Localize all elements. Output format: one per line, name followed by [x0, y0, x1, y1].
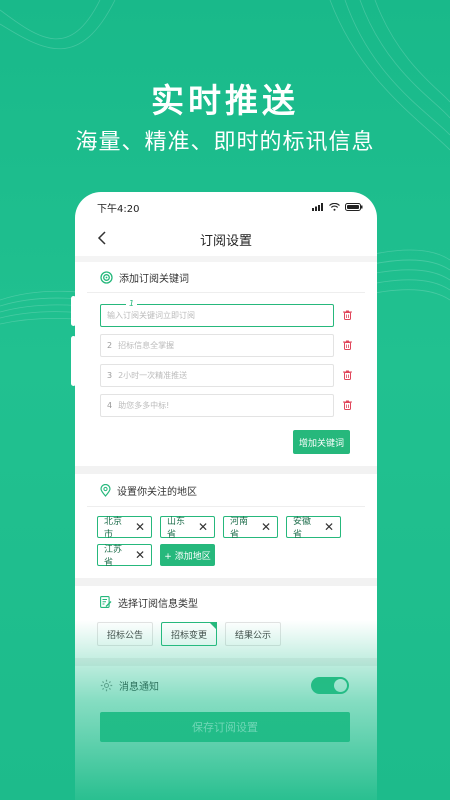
regions-header: 设置你关注的地区	[75, 474, 377, 506]
keywords-header: 添加订阅关键词	[75, 262, 377, 292]
keyword-placeholder: 招标信息全掌握	[118, 340, 175, 350]
close-icon[interactable]: ✕	[324, 521, 334, 533]
notify-row: 消息通知	[75, 666, 377, 704]
toggle-knob	[334, 678, 347, 692]
region-chip[interactable]: 北京市 ✕	[97, 516, 152, 540]
region-chip[interactable]: 江苏省 ✕	[97, 544, 152, 568]
keywords-header-label: 添加订阅关键词	[119, 273, 189, 285]
close-icon[interactable]: ✕	[261, 521, 271, 533]
save-subscription-button[interactable]: 保存订阅设置	[100, 712, 350, 742]
edit-document-icon	[100, 596, 112, 608]
wifi-icon	[329, 203, 340, 211]
delete-icon[interactable]	[343, 370, 352, 380]
delete-icon[interactable]	[343, 400, 352, 410]
keyword-row: 2 招标信息全掌握	[100, 330, 377, 360]
region-chip[interactable]: 河南省 ✕	[223, 516, 278, 540]
notify-label: 消息通知	[119, 681, 159, 693]
delete-icon[interactable]	[343, 310, 352, 320]
status-time: 下午4:20	[97, 203, 140, 215]
region-chip-label: 北京市	[104, 517, 123, 540]
regions-section: 设置你关注的地区 北京市 ✕ 山东省 ✕ 河南省 ✕ 安徽省 ✕ 江苏省 ✕ + 添加地区	[75, 474, 377, 578]
keyword-num: 4	[107, 400, 113, 410]
region-chip-label: 河南省	[230, 517, 249, 540]
keyword-input-2[interactable]: 2 招标信息全掌握	[100, 333, 334, 357]
types-section: 选择订阅信息类型 招标公告 招标变更 结果公示	[75, 586, 377, 658]
status-bar: 下午4:20	[75, 192, 377, 222]
keyword-active-index: 1	[126, 299, 138, 308]
type-option[interactable]: 结果公示	[225, 622, 282, 646]
region-chip-label: 江苏省	[104, 545, 123, 568]
target-icon	[100, 270, 113, 284]
regions-header-label: 设置你关注的地区	[117, 486, 197, 498]
location-pin-icon	[100, 483, 111, 497]
notify-label-group: 消息通知	[100, 678, 159, 693]
type-options: 招标公告 招标变更 结果公示	[75, 618, 377, 646]
region-chip-label: 安徽省	[293, 517, 312, 540]
keyword-num: 3	[107, 370, 113, 380]
keyword-row: 3 2小时一次精准推送	[100, 360, 377, 390]
add-region-button[interactable]: + 添加地区	[160, 544, 215, 566]
close-icon[interactable]: ✕	[135, 521, 145, 533]
back-button[interactable]	[97, 229, 107, 250]
promo-subtitle: 海量、精准、即时的标讯信息	[75, 130, 375, 155]
battery-icon	[345, 203, 363, 211]
gear-icon	[100, 679, 113, 691]
region-chip[interactable]: 安徽省 ✕	[286, 516, 341, 540]
types-header-label: 选择订阅信息类型	[118, 598, 198, 610]
types-header: 选择订阅信息类型	[75, 586, 377, 618]
keyword-placeholder: 输入订阅关键词立即订阅	[107, 310, 195, 320]
type-option-selected[interactable]: 招标变更	[161, 622, 218, 646]
delete-icon[interactable]	[343, 340, 352, 350]
nav-bar: 订阅设置	[75, 222, 377, 256]
keyword-row: 1 输入订阅关键词立即订阅	[100, 299, 377, 330]
divider	[75, 466, 377, 474]
keyword-row: 4 助您多多中标!	[100, 390, 377, 420]
notify-toggle[interactable]	[311, 676, 349, 694]
region-chips: 北京市 ✕ 山东省 ✕ 河南省 ✕ 安徽省 ✕ 江苏省 ✕ + 添加地区	[75, 507, 377, 578]
divider	[75, 658, 377, 666]
keyword-placeholder: 2小时一次精准推送	[118, 370, 188, 380]
divider	[75, 578, 377, 586]
keyword-num: 2	[107, 340, 113, 350]
region-chip[interactable]: 山东省 ✕	[160, 516, 215, 540]
signal-icon	[312, 203, 323, 211]
promo-title: 实时推送	[151, 81, 299, 120]
page-title: 订阅设置	[199, 233, 252, 249]
chevron-left-icon	[97, 231, 106, 245]
keyword-placeholder: 助您多多中标!	[118, 400, 170, 410]
region-chip-label: 山东省	[167, 517, 186, 540]
keyword-input-3[interactable]: 3 2小时一次精准推送	[100, 363, 334, 387]
close-icon[interactable]: ✕	[135, 549, 145, 561]
keyword-input-4[interactable]: 4 助您多多中标!	[100, 393, 334, 417]
add-keyword-button[interactable]: 增加关键词	[293, 430, 350, 454]
close-icon[interactable]: ✕	[198, 521, 208, 533]
keywords-section: 添加订阅关键词 1 输入订阅关键词立即订阅 2 招标信息全掌握 3 2小时一次精…	[75, 262, 377, 466]
type-option[interactable]: 招标公告	[97, 622, 154, 646]
phone-screen: 下午4:20 订阅设置 添加订阅关键词 1 输入订阅关键词立即订阅 2 招标信息…	[75, 192, 377, 800]
